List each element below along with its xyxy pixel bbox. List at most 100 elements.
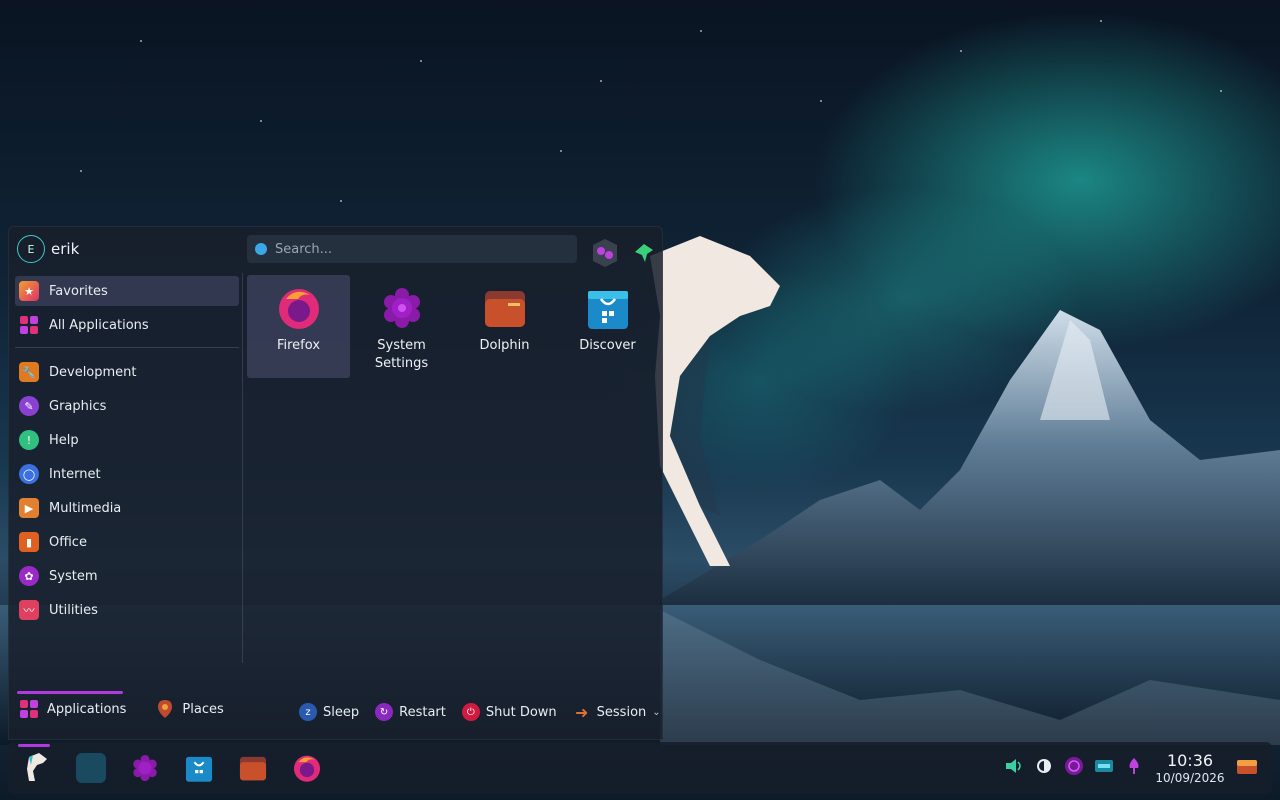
app-label: Discover (579, 338, 636, 353)
brightness-icon[interactable] (1034, 756, 1054, 776)
category-label: System (49, 568, 98, 584)
category-help[interactable]: ! Help (15, 425, 239, 455)
settings-icon (133, 754, 157, 782)
avatar[interactable]: E (17, 235, 45, 263)
active-launcher-indicator (18, 744, 50, 747)
favorites-icon: ★ (19, 281, 39, 301)
category-internet[interactable]: ◯ Internet (15, 459, 239, 489)
category-label: Favorites (49, 283, 108, 299)
category-development[interactable]: 🔧 Development (15, 357, 239, 387)
notifications-icon[interactable] (1124, 756, 1144, 776)
session-button[interactable]: ➜ Session ⌄ (573, 702, 661, 722)
pin-icon[interactable] (633, 242, 655, 264)
apps-grid-icon (20, 700, 38, 718)
category-list: ★ Favorites All Applications 🔧 Developme… (15, 276, 239, 629)
category-multimedia[interactable]: ▶ Multimedia (15, 493, 239, 523)
app-tile-system-settings[interactable]: System Settings (350, 275, 453, 378)
tab-applications[interactable]: Applications (15, 691, 130, 725)
gear-icon: ✿ (19, 566, 39, 586)
network-icon[interactable] (1064, 756, 1084, 776)
category-label: Graphics (49, 398, 107, 414)
taskbar-dolphin[interactable] (236, 752, 270, 784)
category-label: Internet (49, 466, 101, 482)
graphics-icon: ✎ (19, 396, 39, 416)
help-icon: ! (19, 430, 39, 450)
launcher-icon (27, 753, 47, 781)
app-tile-dolphin[interactable]: Dolphin (453, 275, 556, 378)
store-icon (185, 756, 213, 782)
power-label: Sleep (323, 704, 360, 720)
show-desktop-button[interactable] (1236, 758, 1258, 782)
system-tray (1004, 756, 1144, 776)
category-label: Utilities (49, 602, 98, 618)
search-box[interactable] (247, 235, 577, 263)
category-office[interactable]: ▮ Office (15, 527, 239, 557)
play-icon: ▶ (19, 498, 39, 518)
taskbar-firefox[interactable] (290, 752, 324, 784)
category-label: All Applications (49, 317, 149, 333)
office-icon: ▮ (19, 532, 39, 552)
category-graphics[interactable]: ✎ Graphics (15, 391, 239, 421)
launcher-tabs: Applications Places (15, 691, 228, 725)
category-label: Development (49, 364, 137, 380)
power-label: Restart (399, 704, 446, 720)
user-profile[interactable]: E erik (17, 235, 79, 263)
category-label: Multimedia (49, 500, 122, 516)
firefox-icon (293, 755, 321, 782)
power-label: Shut Down (485, 704, 557, 720)
category-utilities[interactable]: 〰 Utilities (15, 595, 239, 625)
tab-label: Places (182, 701, 224, 717)
session-icon: ➜ (574, 702, 589, 722)
clock-time: 10:36 (1166, 751, 1214, 770)
configure-launcher-icon[interactable] (587, 235, 623, 271)
folder-icon (484, 291, 525, 327)
category-label: Help (49, 432, 79, 448)
restart-button[interactable]: ↻ Restart (375, 703, 446, 721)
category-system[interactable]: ✿ System (15, 561, 239, 591)
places-pin-icon (158, 700, 173, 718)
wrench-icon: 🔧 (19, 362, 39, 382)
clock-date: 10/09/2026 (1155, 771, 1225, 785)
app-label: Dolphin (479, 338, 530, 353)
category-label: Office (49, 534, 87, 550)
favorites-grid: Firefox System Settings Dolphin Discover (247, 275, 659, 378)
taskbar-apps (20, 752, 324, 784)
app-tile-discover[interactable]: Discover (556, 275, 659, 378)
app-label: Firefox (276, 338, 321, 353)
tab-places[interactable]: Places (152, 693, 227, 725)
digital-clock[interactable]: 10:36 10/09/2026 (1148, 752, 1232, 786)
restart-icon: ↻ (375, 703, 394, 721)
folder-icon (239, 756, 267, 781)
category-separator (15, 347, 239, 348)
taskbar-terminal[interactable] (74, 752, 108, 784)
all-apps-icon (19, 315, 39, 335)
power-actions: z Sleep ↻ Restart ⏻ Shut Down ➜ Session … (299, 702, 661, 722)
shutdown-button[interactable]: ⏻ Shut Down (461, 703, 557, 721)
shutdown-icon: ⏻ (461, 703, 480, 721)
application-launcher: E erik ★ Favorites All Applications 🔧 (8, 226, 663, 740)
tab-label: Applications (47, 701, 127, 717)
search-input[interactable] (275, 241, 555, 257)
taskbar-system-settings[interactable] (128, 752, 162, 784)
search-icon (255, 243, 267, 255)
taskbar-discover[interactable] (182, 752, 216, 784)
firefox-icon (278, 289, 319, 329)
launcher-corner-actions (587, 235, 655, 271)
app-label: System Settings (374, 338, 429, 371)
category-favorites[interactable]: ★ Favorites (15, 276, 239, 306)
terminal-icon (76, 753, 106, 783)
battery-icon[interactable] (1094, 756, 1114, 776)
power-label: Session (596, 704, 647, 720)
volume-icon[interactable] (1004, 756, 1024, 776)
sleep-button[interactable]: z Sleep (299, 703, 359, 721)
user-name: erik (51, 240, 80, 258)
category-all-applications[interactable]: All Applications (15, 310, 239, 340)
utilities-icon: 〰 (19, 600, 39, 620)
show-desktop-icon (1237, 760, 1257, 774)
store-icon (587, 291, 628, 329)
settings-icon (383, 288, 420, 328)
launcher-divider (242, 273, 243, 663)
sleep-icon: z (299, 703, 317, 721)
app-launcher-button[interactable] (20, 752, 54, 784)
app-tile-firefox[interactable]: Firefox (247, 275, 350, 378)
